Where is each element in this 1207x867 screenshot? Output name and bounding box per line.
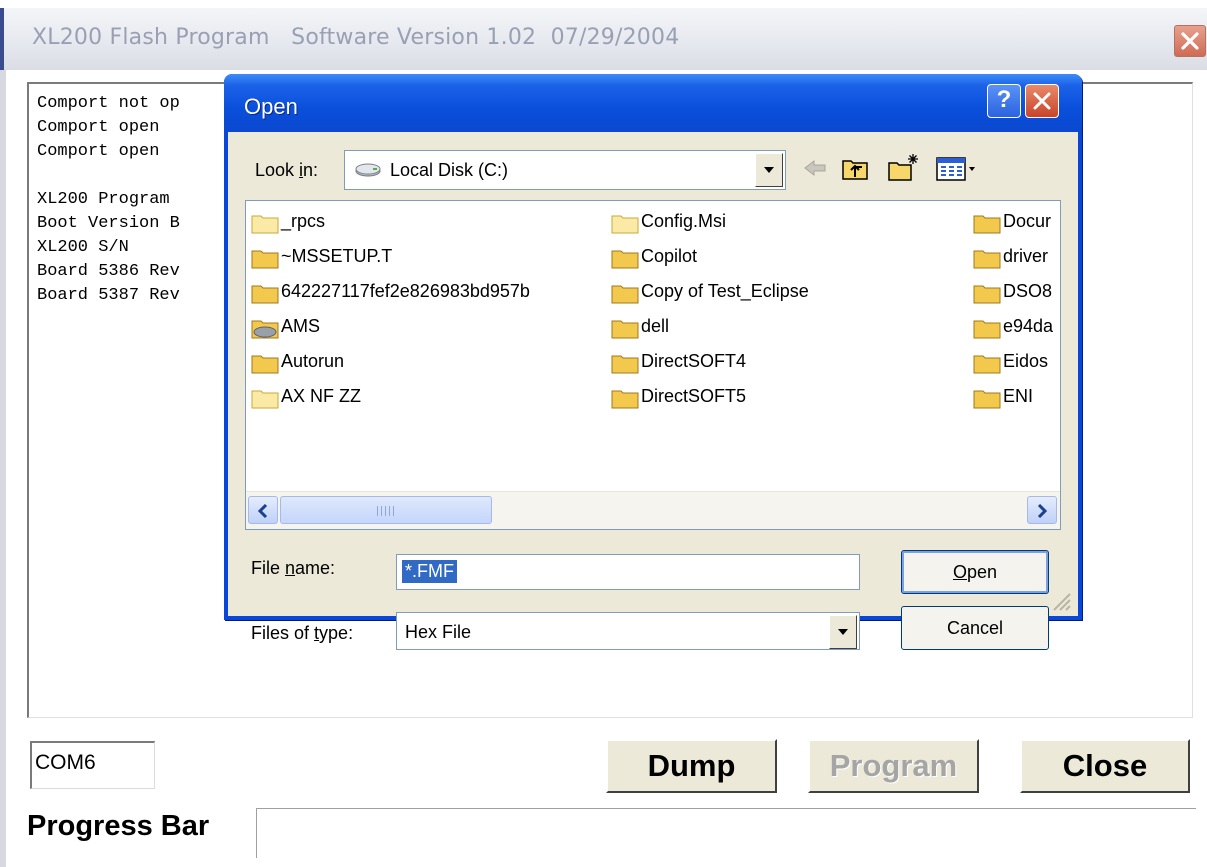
folder-icon bbox=[973, 250, 1001, 269]
window-close-button[interactable] bbox=[1174, 25, 1206, 57]
view-menu-icon[interactable] bbox=[934, 152, 978, 184]
open-button[interactable]: Open bbox=[901, 550, 1049, 594]
list-item[interactable]: Config.Msi bbox=[610, 207, 970, 242]
list-item[interactable]: _rpcs bbox=[250, 207, 610, 242]
folder-icon bbox=[973, 355, 1001, 374]
close-icon bbox=[1181, 32, 1199, 50]
dialog-title: Open bbox=[244, 94, 298, 119]
main-titlebar[interactable]: XL200 Flash Program Software Version 1.0… bbox=[0, 8, 1207, 70]
file-name-input[interactable]: *.FMF bbox=[396, 554, 860, 590]
files-of-type-dropdown[interactable]: Hex File bbox=[396, 612, 860, 650]
program-button[interactable]: Program bbox=[808, 739, 979, 793]
hard-drive-icon bbox=[355, 163, 381, 177]
file-name-label: File name: bbox=[251, 558, 336, 578]
dropdown-arrow-button[interactable] bbox=[829, 615, 857, 649]
list-item[interactable]: DirectSOFT5 bbox=[610, 382, 970, 417]
files-of-type-label: Files of type: bbox=[251, 623, 354, 643]
drive-folder-icon bbox=[251, 320, 279, 339]
log-line: XL200 Program bbox=[37, 190, 170, 209]
look-in-label: Look in: bbox=[255, 160, 319, 180]
list-item[interactable]: Copilot bbox=[610, 242, 970, 277]
chevron-down-icon bbox=[764, 167, 774, 173]
chevron-down-icon bbox=[838, 629, 848, 635]
list-item[interactable]: e94da bbox=[972, 312, 1060, 347]
log-line bbox=[37, 164, 180, 188]
list-item[interactable]: Eidos bbox=[972, 347, 1060, 382]
folder-icon bbox=[611, 320, 639, 339]
folder-icon bbox=[973, 215, 1001, 234]
look-in-dropdown[interactable]: Local Disk (C:) bbox=[344, 150, 786, 190]
folder-icon bbox=[611, 390, 639, 409]
back-icon[interactable] bbox=[802, 152, 828, 184]
dump-button[interactable]: Dump bbox=[606, 739, 777, 793]
list-item[interactable]: Autorun bbox=[250, 347, 610, 382]
folder-icon bbox=[611, 285, 639, 304]
list-item[interactable]: ENI bbox=[972, 382, 1060, 417]
log-line: Boot Version B bbox=[37, 214, 180, 233]
close-icon bbox=[1033, 92, 1051, 110]
window-title: XL200 Flash Program Software Version 1.0… bbox=[32, 25, 680, 50]
up-folder-icon[interactable] bbox=[840, 152, 870, 184]
folder-icon bbox=[251, 390, 279, 409]
folder-icon bbox=[611, 215, 639, 234]
folder-icon bbox=[973, 320, 1001, 339]
log-line: XL200 S/N bbox=[37, 238, 129, 257]
log-line: Comport open bbox=[37, 142, 160, 161]
folder-icon bbox=[251, 250, 279, 269]
dialog-close-button[interactable] bbox=[1025, 84, 1059, 118]
open-dialog: Open ? Look in: Local Disk (C:) _rpcs ~M… bbox=[224, 74, 1082, 650]
folder-icon bbox=[973, 285, 1001, 304]
dropdown-arrow-button[interactable] bbox=[755, 153, 783, 187]
folder-icon bbox=[973, 390, 1001, 409]
dialog-body: Look in: Local Disk (C:) _rpcs ~MSSETUP.… bbox=[228, 132, 1078, 650]
list-item[interactable]: DirectSOFT4 bbox=[610, 347, 970, 382]
list-item[interactable]: Copy of Test_Eclipse bbox=[610, 277, 970, 312]
dialog-titlebar[interactable]: Open ? bbox=[224, 74, 1082, 132]
log-line: Comport open bbox=[37, 118, 160, 137]
file-list[interactable]: _rpcs ~MSSETUP.T 642227117fef2e826983bd9… bbox=[245, 200, 1061, 530]
scroll-right-button[interactable] bbox=[1027, 496, 1057, 524]
new-folder-icon[interactable] bbox=[886, 152, 920, 184]
chevron-left-icon bbox=[257, 504, 268, 518]
list-item[interactable]: AX NF ZZ bbox=[250, 382, 610, 417]
list-item[interactable]: DSO8 bbox=[972, 277, 1060, 312]
folder-icon bbox=[611, 355, 639, 374]
log-line: Board 5386 Rev bbox=[37, 262, 180, 281]
horizontal-scrollbar[interactable] bbox=[246, 491, 1060, 529]
cancel-button[interactable]: Cancel bbox=[901, 606, 1049, 650]
log-line: Board 5387 Rev bbox=[37, 286, 180, 305]
look-in-value: Local Disk (C:) bbox=[390, 160, 509, 180]
file-name-value: *.FMF bbox=[402, 560, 457, 583]
progress-bar bbox=[256, 808, 1196, 858]
help-button[interactable]: ? bbox=[987, 84, 1021, 118]
list-item[interactable]: AMS bbox=[250, 312, 610, 347]
chevron-right-icon bbox=[1037, 504, 1048, 518]
files-of-type-value: Hex File bbox=[405, 622, 472, 642]
list-item[interactable]: driver bbox=[972, 242, 1060, 277]
list-item[interactable]: dell bbox=[610, 312, 970, 347]
close-button[interactable]: Close bbox=[1020, 739, 1190, 793]
scroll-left-button[interactable] bbox=[248, 496, 278, 524]
scroll-thumb[interactable] bbox=[280, 496, 492, 524]
list-item[interactable]: ~MSSETUP.T bbox=[250, 242, 610, 277]
resize-grip-icon[interactable] bbox=[1048, 588, 1072, 612]
com-port-field[interactable]: COM6 bbox=[30, 741, 155, 789]
list-item[interactable]: Docur bbox=[972, 207, 1060, 242]
folder-icon bbox=[251, 215, 279, 234]
progress-label: Progress Bar bbox=[27, 810, 210, 842]
log-line: Comport not op bbox=[37, 94, 180, 113]
list-item[interactable]: 642227117fef2e826983bd957b bbox=[250, 277, 610, 312]
folder-icon bbox=[251, 285, 279, 304]
folder-icon bbox=[251, 355, 279, 374]
folder-icon bbox=[611, 250, 639, 269]
